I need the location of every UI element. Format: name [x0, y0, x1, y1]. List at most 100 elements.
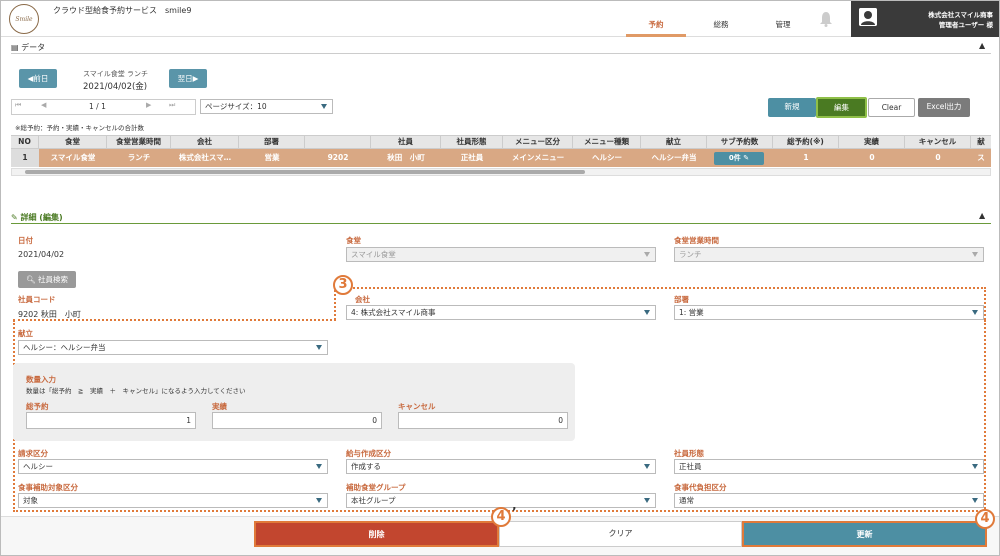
- next-day-button[interactable]: 翌日▶: [169, 69, 207, 88]
- cafeteria-field-label: 食堂: [346, 236, 361, 245]
- chevron-down-icon: [972, 252, 978, 257]
- col-employee-type[interactable]: 社員形態: [441, 135, 503, 149]
- cell-menu: ヘルシー弁当: [651, 153, 697, 162]
- dept-select-value: 1: 営業: [679, 308, 704, 317]
- annotation-4a: 4: [491, 507, 511, 527]
- tab-reservation[interactable]: 予約: [626, 19, 686, 37]
- burden-select-value: 通常: [679, 496, 694, 505]
- user-info: 株式会社スマイル商事 管理者ユーザー 様: [928, 10, 993, 30]
- cell-cafeteria: スマイル食堂: [50, 153, 96, 162]
- cell-menu-category: メインメニュー: [511, 153, 565, 162]
- salary-field-label: 給与作成区分: [346, 449, 391, 458]
- excel-export-button[interactable]: Excel出力: [918, 98, 970, 117]
- update-button[interactable]: 更新: [742, 521, 987, 547]
- bell-icon[interactable]: [819, 11, 833, 27]
- sub-reservation-count: 0件: [728, 154, 741, 162]
- annotation-4a-prime: ’: [512, 505, 517, 519]
- company-select-value: 4: 株式会社スマイル商事: [351, 308, 436, 317]
- salary-select[interactable]: 作成する: [346, 459, 656, 474]
- last-page-icon[interactable]: ⏭: [169, 101, 175, 110]
- billing-select[interactable]: ヘルシー: [18, 459, 328, 474]
- annotation-4b: 4: [975, 509, 995, 529]
- col-menu-type[interactable]: メニュー種類: [573, 135, 641, 149]
- dept-select[interactable]: 1: 営業: [674, 305, 984, 320]
- chevron-down-icon: [316, 345, 322, 350]
- cell-cancel: 0: [935, 153, 941, 162]
- col-menu-category[interactable]: メニュー区分: [503, 135, 573, 149]
- col-company[interactable]: 会社: [171, 135, 239, 149]
- employee-search-button[interactable]: 🔍︎ 社員検索: [18, 271, 76, 288]
- next-page-icon[interactable]: ▶: [146, 101, 151, 109]
- cell-hours: ランチ: [127, 153, 151, 162]
- edit-doc-icon: ✎: [11, 213, 18, 222]
- cell-total: 1: [803, 153, 809, 162]
- collapse-detail-icon[interactable]: ▲: [979, 211, 985, 220]
- clear-form-button[interactable]: クリア: [499, 521, 742, 547]
- col-hours[interactable]: 食堂営業時間: [107, 135, 171, 149]
- scrollbar-thumb[interactable]: [25, 170, 585, 174]
- dept-field-label: 部署: [674, 295, 689, 304]
- prev-page-icon[interactable]: ◀: [41, 101, 46, 109]
- page-indicator: 1 / 1: [89, 102, 106, 111]
- total-input[interactable]: 1: [26, 412, 196, 429]
- cell-employee-code: 9202: [327, 153, 349, 162]
- cafeteria-select: スマイル食堂: [346, 247, 656, 262]
- company-field-label: 会社: [355, 295, 370, 304]
- cancel-input[interactable]: 0: [398, 412, 568, 429]
- group-select-value: 本社グループ: [351, 496, 396, 505]
- collapse-data-icon[interactable]: ▲: [979, 41, 985, 50]
- annotation-3: 3: [333, 275, 353, 295]
- company-select[interactable]: 4: 株式会社スマイル商事: [346, 305, 656, 320]
- col-cancel[interactable]: キャンセル: [905, 135, 971, 149]
- app-title: クラウド型給食予約サービス smile9: [53, 6, 192, 15]
- group-field-label: 補助食堂グループ: [346, 483, 406, 492]
- group-select[interactable]: 本社グループ: [346, 493, 656, 508]
- tab-general-affairs[interactable]: 総務: [691, 19, 751, 37]
- actual-input[interactable]: 0: [212, 412, 382, 429]
- billing-select-value: ヘルシー: [23, 462, 53, 471]
- subsidy-field-label: 食事補助対象区分: [18, 483, 78, 492]
- emptype-select[interactable]: 正社員: [674, 459, 984, 474]
- subsidy-select[interactable]: 対象: [18, 493, 328, 508]
- chevron-down-icon: [972, 464, 978, 469]
- burden-field-label: 食事代負担区分: [674, 483, 727, 492]
- current-date: 2021/04/02(金): [83, 82, 148, 92]
- col-actual[interactable]: 実績: [839, 135, 905, 149]
- cafeteria-label: スマイル食堂 ランチ: [83, 70, 149, 78]
- search-icon: 🔍︎: [26, 275, 36, 284]
- cell-menu-type: ヘルシー: [592, 153, 622, 162]
- data-section-title: データ: [21, 43, 46, 52]
- actual-field-label: 実績: [212, 402, 227, 411]
- page-size-select[interactable]: ページサイズ：10: [200, 99, 333, 114]
- employee-search-label: 社員検索: [37, 275, 68, 284]
- billing-field-label: 請求区分: [18, 449, 48, 458]
- date-label: 日付: [18, 236, 33, 245]
- sub-reservation-button[interactable]: 0件 ✎: [714, 152, 764, 165]
- new-button[interactable]: 新規: [768, 98, 816, 117]
- col-employee-code[interactable]: [305, 135, 371, 149]
- cell-no: 1: [11, 149, 39, 167]
- cell-actual: 0: [869, 153, 875, 162]
- cell-menu-overflow: ス: [977, 153, 985, 162]
- first-page-icon[interactable]: ⏮: [15, 101, 21, 110]
- burden-select[interactable]: 通常: [674, 493, 984, 508]
- cancel-field-label: キャンセル: [398, 402, 436, 411]
- delete-button[interactable]: 削除: [254, 521, 499, 547]
- prev-day-button[interactable]: ◀前日: [19, 69, 57, 88]
- edit-button[interactable]: 編集: [816, 97, 867, 118]
- clear-button[interactable]: Clear: [868, 98, 915, 117]
- col-sub-reservations[interactable]: サブ予約数: [707, 135, 773, 149]
- col-cafeteria[interactable]: 食堂: [39, 135, 107, 149]
- quantity-panel: [13, 363, 575, 441]
- tab-admin[interactable]: 管理: [753, 19, 813, 37]
- col-department[interactable]: 部署: [239, 135, 305, 149]
- col-menu[interactable]: 献立: [641, 135, 707, 149]
- col-no[interactable]: NO: [11, 135, 39, 149]
- col-employee[interactable]: 社員: [371, 135, 441, 149]
- user-avatar-icon: [859, 8, 877, 26]
- menu-select[interactable]: ヘルシー：ヘルシー弁当: [18, 340, 328, 355]
- cell-company: 株式会社スマ…: [178, 153, 232, 162]
- col-total-reservations[interactable]: 総予約(※): [773, 135, 839, 149]
- col-menu-overflow[interactable]: 献: [971, 135, 991, 149]
- chevron-down-icon: [972, 310, 978, 315]
